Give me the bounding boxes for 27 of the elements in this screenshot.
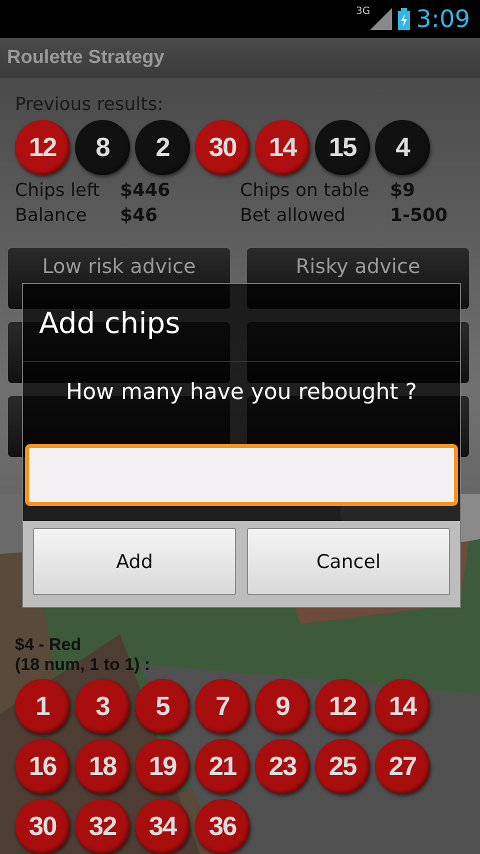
bet-subtitle: (18 num, 1 to 1) : [15, 655, 152, 675]
stat-label: Bet allowed [240, 205, 346, 226]
input-field[interactable] [25, 444, 458, 506]
stat-value: $9 [390, 180, 416, 201]
stat-value: 1-500 [390, 205, 449, 226]
result-ball: 14 [255, 120, 310, 175]
dialog-button[interactable]: Cancel [247, 528, 450, 595]
dialog-title: Add chips [23, 284, 460, 362]
result-ball: 30 [195, 120, 250, 175]
result-ball: 8 [75, 120, 130, 175]
dialog-message: How many have you rebought ? [66, 380, 417, 406]
network-label: 3G [356, 6, 370, 17]
result-ball: 2 [135, 120, 190, 175]
battery-icon [398, 8, 410, 30]
bet-title: $4 - Red [15, 635, 82, 655]
app-title: Roulette Strategy [7, 47, 164, 69]
result-ball: 4 [375, 120, 430, 175]
result-ball: 15 [315, 120, 370, 175]
clock: 3:09 [416, 5, 470, 33]
stat-label: Chips left [15, 180, 101, 201]
signal-icon [370, 8, 392, 30]
result-ball: 12 [15, 120, 70, 175]
stat-value: $446 [120, 180, 172, 201]
stat-value: $46 [120, 205, 159, 226]
dialog-button[interactable]: Add [33, 528, 236, 595]
stat-label: Balance [15, 205, 88, 226]
stat-label: Chips on table [240, 180, 370, 201]
